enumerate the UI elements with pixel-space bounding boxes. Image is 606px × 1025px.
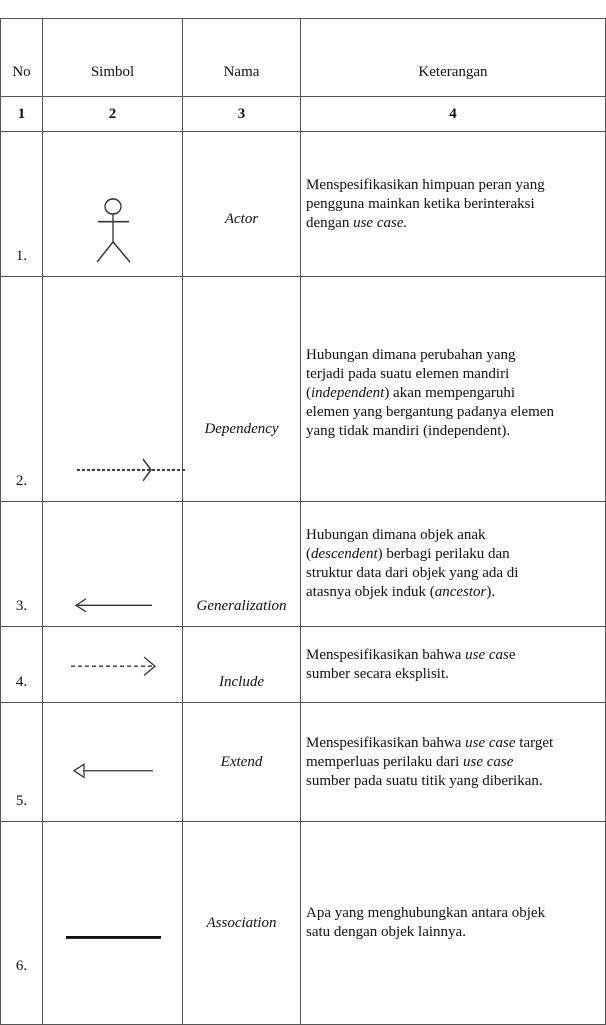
- extend-arrow-icon: [72, 763, 153, 779]
- text-span: memperluas perilaku dari: [306, 753, 464, 770]
- header-description: Keterangan: [300, 18, 606, 97]
- column-number: 2: [42, 96, 183, 132]
- symbol-name: Dependency: [182, 276, 301, 502]
- description-line: Hubungan dimana objek anak: [306, 527, 486, 543]
- symbol-cell: [42, 821, 183, 1025]
- symbol-description: Menspesifikasikan bahwa use case target …: [300, 702, 606, 822]
- text-span: e: [508, 646, 516, 663]
- symbol-name: Generalization: [182, 501, 301, 627]
- symbol-cell: [42, 626, 183, 703]
- include-arrow-icon: [71, 656, 157, 677]
- text-span: target: [515, 734, 554, 751]
- description-line: Menspesifikasikan bahwa use case: [306, 646, 605, 665]
- text-span: ).: [486, 584, 496, 600]
- dependency-arrow-icon: [77, 458, 185, 482]
- text-span: atasnya objek induk (: [306, 584, 435, 600]
- column-number: 3: [182, 96, 301, 132]
- description-line: Menspesifikasikan bahwa use case target: [306, 734, 605, 753]
- symbol-cell: [42, 276, 185, 502]
- symbol-name: Association: [182, 821, 301, 1025]
- description-line: memperluas perilaku dari use case: [306, 753, 605, 772]
- table-row: 1. Actor Menspesifikasikan himpuan peran…: [0, 131, 606, 277]
- table-row: 3. Generalization Hubungan dimana objek …: [0, 501, 606, 627]
- row-number: 5.: [0, 702, 43, 822]
- header-name: Nama: [182, 18, 301, 97]
- actor-icon: [96, 198, 131, 263]
- description-line: atasnya objek induk (ancestor).: [306, 583, 605, 602]
- emphasis-text: use case: [463, 753, 514, 770]
- column-number: 1: [0, 96, 43, 132]
- description-line: dengan use case.: [306, 214, 605, 233]
- description-line: Apa yang menghubungkan antara objek: [306, 905, 546, 921]
- symbol-cell: [42, 501, 183, 627]
- description-line: (independent) akan mempengaruhi: [306, 384, 605, 403]
- text-span: dengan: [306, 214, 354, 231]
- symbol-description: Apa yang menghubungkan antara objek satu…: [300, 821, 606, 1025]
- emphasis-text: use cas: [465, 646, 509, 663]
- row-number: 1.: [0, 131, 43, 277]
- symbol-description: Menspesifikasikan himpuan peran yang pen…: [300, 131, 606, 277]
- emphasis-text: use case.: [353, 214, 408, 231]
- table-row: 4. Include Menspesifikasikan bahwa use c…: [0, 626, 606, 703]
- symbol-description: Hubungan dimana objek anak (descendent) …: [300, 501, 606, 627]
- association-line-icon: [66, 935, 161, 939]
- description-line: Menspesifikasikan himpuan peran yang: [306, 176, 545, 193]
- symbol-name: Actor: [182, 131, 301, 277]
- symbol-name: Extend: [182, 702, 301, 822]
- description-line: struktur data dari objek yang ada di: [306, 565, 519, 581]
- description-line: (descendent) berbagi perilaku dan: [306, 545, 605, 564]
- description-line: pengguna mainkan ketika berinteraksi: [306, 195, 535, 212]
- description-line: Hubungan dimana perubahan yang: [306, 346, 516, 363]
- row-number: 3.: [0, 501, 43, 627]
- symbol-cell: [42, 702, 183, 822]
- row-number: 2.: [0, 276, 43, 502]
- table-row: 5. Extend Menspesifikasikan bahwa use ca…: [0, 702, 606, 822]
- table-row: 2. Dependency Hubungan dimana perubahan …: [0, 276, 606, 502]
- text-span: ) berbagi perilaku dan: [377, 546, 510, 562]
- description-line: satu dengan objek lainnya.: [306, 924, 466, 940]
- uml-symbols-table: No Simbol Nama Keterangan 1 2 3 4 1. Act…: [0, 18, 606, 1025]
- symbol-name: Include: [182, 626, 301, 703]
- description-line: yang tidak mandiri (independent).: [306, 422, 511, 439]
- description-line: sumber pada suatu titik yang diberikan.: [306, 772, 543, 789]
- table-row: 6. Association Apa yang menghubungkan an…: [0, 821, 606, 1025]
- emphasis-text: descendent: [311, 546, 378, 562]
- description-line: elemen yang bergantung padanya elemen: [306, 403, 554, 420]
- description-line: sumber secara eksplisit.: [306, 665, 449, 682]
- header-no: No: [0, 18, 43, 97]
- header-row: No Simbol Nama Keterangan: [0, 18, 606, 97]
- text-span: ) akan mempengaruhi: [384, 384, 516, 401]
- symbol-cell: [42, 131, 183, 277]
- column-number-row: 1 2 3 4: [0, 96, 606, 132]
- emphasis-text: ancestor: [434, 584, 487, 600]
- description-line: terjadi pada suatu elemen mandiri: [306, 365, 510, 382]
- column-number: 4: [300, 96, 606, 132]
- row-number: 6.: [0, 821, 43, 1025]
- row-number: 4.: [0, 626, 43, 703]
- header-symbol: Simbol: [42, 18, 183, 97]
- text-span: Menspesifikasikan bahwa: [306, 734, 466, 751]
- emphasis-text: use case: [465, 734, 516, 751]
- symbol-description: Menspesifikasikan bahwa use case sumber …: [300, 626, 606, 703]
- emphasis-text: independent: [311, 384, 385, 401]
- generalization-arrow-icon: [74, 598, 152, 613]
- symbol-description: Hubungan dimana perubahan yang terjadi p…: [300, 276, 606, 502]
- text-span: Menspesifikasikan bahwa: [306, 646, 466, 663]
